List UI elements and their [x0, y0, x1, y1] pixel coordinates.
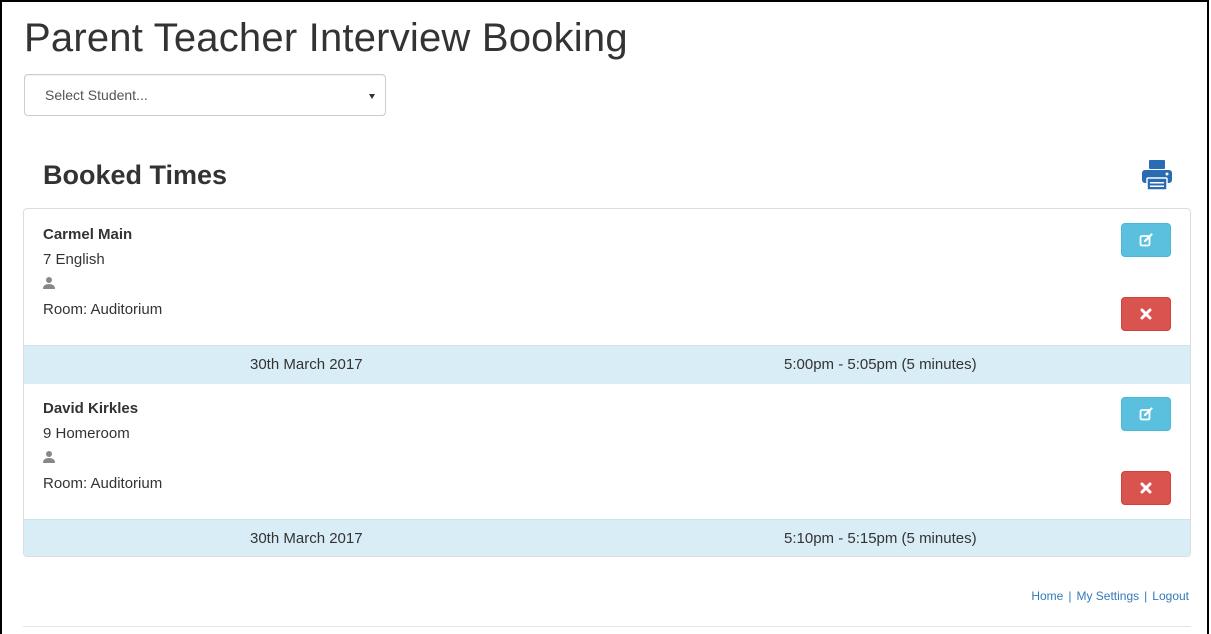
booking-time-bar: 30th March 2017 5:00pm - 5:05pm (5 minut… — [24, 345, 1190, 384]
edit-icon — [1139, 233, 1153, 247]
booking-item: David Kirkles 9 Homeroom Room: Auditoriu… — [24, 383, 1190, 556]
user-icon — [43, 277, 55, 289]
separator: | — [1144, 589, 1148, 603]
print-icon — [1142, 160, 1172, 191]
chevron-down-icon — [369, 94, 375, 99]
booking-time-bar: 30th March 2017 5:10pm - 5:15pm (5 minut… — [24, 519, 1190, 556]
my-settings-link[interactable]: My Settings — [1076, 589, 1139, 603]
class-name: 9 Homeroom — [43, 425, 130, 442]
class-name: 7 English — [43, 251, 105, 268]
booking-date: 30th March 2017 — [250, 356, 363, 373]
close-icon — [1140, 482, 1152, 494]
room-label: Room: Auditorium — [43, 475, 163, 492]
page-title: Parent Teacher Interview Booking — [24, 16, 628, 60]
edit-booking-button[interactable] — [1121, 223, 1171, 257]
booking-list: Carmel Main 7 English Room: Auditorium 3… — [23, 208, 1191, 557]
student-select[interactable]: Select Student... — [24, 74, 386, 116]
footer-links: Home | My Settings | Logout — [1031, 589, 1189, 603]
edit-icon — [1139, 407, 1153, 421]
booking-date: 30th March 2017 — [250, 530, 363, 547]
print-button[interactable] — [1140, 159, 1174, 191]
student-select-placeholder: Select Student... — [45, 87, 148, 103]
separator: | — [1068, 589, 1072, 603]
room-label: Room: Auditorium — [43, 301, 163, 318]
user-icon — [43, 451, 55, 463]
logout-link[interactable]: Logout — [1152, 589, 1189, 603]
booking-time: 5:10pm - 5:15pm (5 minutes) — [784, 530, 977, 547]
booking-details: David Kirkles 9 Homeroom Room: Auditoriu… — [24, 383, 1190, 519]
booking-item: Carmel Main 7 English Room: Auditorium 3… — [24, 209, 1190, 384]
divider — [23, 626, 1191, 627]
edit-booking-button[interactable] — [1121, 397, 1171, 431]
cancel-booking-button[interactable] — [1121, 297, 1171, 331]
teacher-name: David Kirkles — [43, 400, 139, 417]
teacher-name: Carmel Main — [43, 226, 133, 243]
cancel-booking-button[interactable] — [1121, 471, 1171, 505]
booking-details: Carmel Main 7 English Room: Auditorium — [24, 209, 1190, 345]
booking-time: 5:00pm - 5:05pm (5 minutes) — [784, 356, 977, 373]
close-icon — [1140, 308, 1152, 320]
home-link[interactable]: Home — [1031, 589, 1063, 603]
booked-times-heading: Booked Times — [43, 160, 228, 190]
